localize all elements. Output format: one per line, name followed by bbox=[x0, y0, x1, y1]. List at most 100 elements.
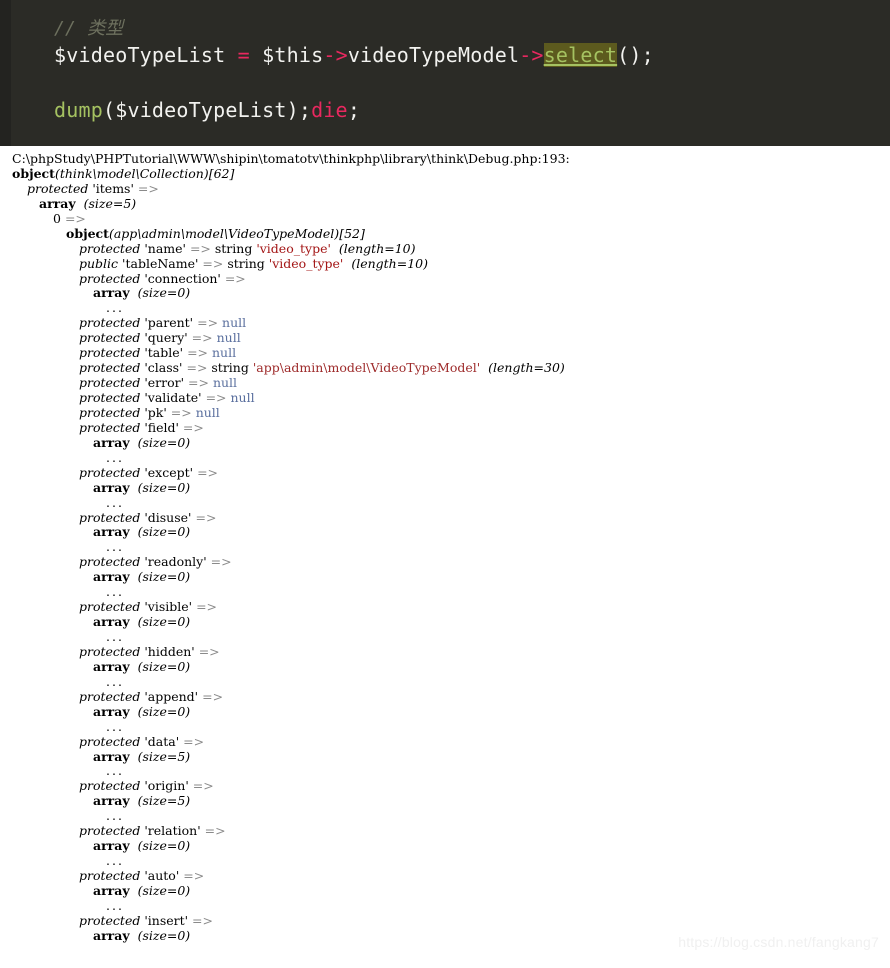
dump-token-size: (size=0) bbox=[129, 434, 191, 450]
dump-token-array: array bbox=[93, 882, 130, 898]
code-token-op: = bbox=[237, 42, 250, 67]
code-token-plain: (); bbox=[617, 42, 654, 67]
dump-token-dots: ... bbox=[106, 494, 124, 510]
dump-token-arrow: => bbox=[205, 390, 227, 405]
dump-line: array (size=0) bbox=[0, 704, 890, 720]
dump-token-mod: protected bbox=[27, 180, 89, 196]
dump-line: array (size=0) bbox=[0, 569, 890, 585]
dump-token-str: 'video_type' bbox=[256, 240, 331, 256]
dump-line: ... bbox=[0, 763, 890, 779]
code-token-sel[interactable]: select bbox=[543, 42, 618, 67]
dump-token-id: [62] bbox=[208, 165, 235, 181]
dump-token-array: array bbox=[93, 285, 130, 301]
dump-token-type: string bbox=[223, 255, 269, 271]
dump-line: array (size=0) bbox=[0, 285, 890, 301]
dump-token-mod: protected bbox=[79, 240, 141, 256]
code-line-blank bbox=[54, 69, 654, 97]
dump-token-key: 'auto' bbox=[140, 868, 184, 883]
dump-token-key: 'pk' bbox=[140, 404, 171, 420]
dump-token-size: (size=0) bbox=[129, 524, 191, 540]
dump-token-mod: public bbox=[79, 255, 119, 271]
dump-token-mod: protected bbox=[79, 688, 141, 704]
dump-token-len: (length=10) bbox=[343, 255, 428, 271]
dump-token-len: (length=30) bbox=[480, 360, 565, 376]
dump-line: protected 'readonly' => bbox=[0, 554, 890, 570]
dump-token-dots: ... bbox=[106, 584, 124, 600]
dump-line: ... bbox=[0, 450, 890, 466]
dump-token-dots: ... bbox=[106, 629, 124, 644]
dump-line: ... bbox=[0, 898, 890, 914]
dump-token-arrow: => bbox=[189, 240, 211, 256]
dump-token-key: 'visible' bbox=[140, 599, 197, 615]
code-editor-block: // 类型 $videoTypeList = $this->videoTypeMo… bbox=[0, 0, 890, 146]
code-token-plain: ; bbox=[347, 97, 361, 122]
dump-token-mod: protected bbox=[79, 345, 141, 361]
dump-token-null: null bbox=[191, 404, 220, 420]
dump-token-mod: protected bbox=[79, 375, 141, 391]
dump-token-mod: protected bbox=[79, 823, 141, 839]
dump-line: array (size=0) bbox=[0, 614, 890, 630]
dump-token-key: 'hidden' bbox=[140, 643, 199, 659]
dump-token-key: 'connection' bbox=[140, 270, 225, 286]
dump-token-size: (size=5) bbox=[129, 748, 191, 764]
dump-token-mod: protected bbox=[79, 733, 141, 749]
dump-token-id: [52] bbox=[339, 225, 365, 241]
dump-line: ... bbox=[0, 494, 890, 511]
code-token-kw: die bbox=[311, 97, 348, 122]
dump-token-null: null bbox=[212, 330, 241, 346]
dump-token-arrow: => bbox=[191, 330, 213, 346]
dump-token-mod: protected bbox=[79, 554, 141, 570]
dump-token-mod: protected bbox=[79, 464, 141, 480]
dump-token-array: array bbox=[93, 524, 130, 540]
code-token-arrow: -> bbox=[519, 42, 544, 67]
dump-line: protected 'items' => bbox=[0, 180, 890, 197]
dump-token-array: array bbox=[93, 569, 130, 585]
dump-token-key: 'name' bbox=[140, 240, 190, 256]
dump-token-null: null bbox=[208, 375, 238, 391]
dump-token-str: 'video_type' bbox=[268, 255, 344, 271]
dump-token-class: (app\admin\model\VideoTypeModel) bbox=[108, 225, 340, 241]
dump-token-key: 'except' bbox=[140, 464, 198, 480]
dump-token-arrow: => bbox=[224, 270, 246, 286]
dump-token-arrow: => bbox=[192, 912, 213, 928]
code-token-comment: // 类型 bbox=[54, 18, 124, 39]
dump-line: protected 'origin' => bbox=[0, 778, 890, 794]
dump-token-dots: ... bbox=[106, 808, 124, 824]
dump-line: ... bbox=[0, 853, 890, 869]
dump-token-arrow: => bbox=[210, 554, 232, 570]
dump-token-mod: protected bbox=[79, 360, 141, 376]
code-lines-container: // 类型 $videoTypeList = $this->videoTypeMo… bbox=[54, 14, 654, 124]
dump-token-dots: ... bbox=[106, 300, 124, 316]
dump-token-mod: protected bbox=[79, 270, 141, 286]
dump-line: protected 'class' => string 'app\admin\m… bbox=[0, 360, 890, 376]
dump-line: protected 'table' => null bbox=[0, 345, 890, 361]
dump-token-arrow: => bbox=[188, 375, 209, 391]
dump-token-key: 'data' bbox=[140, 733, 184, 749]
dump-token-dots: ... bbox=[106, 763, 124, 779]
dump-token-array: array bbox=[93, 838, 130, 854]
dump-token-key: 'tableName' bbox=[118, 255, 203, 271]
dump-token-arrow: => bbox=[137, 180, 159, 196]
dump-token-mod: protected bbox=[79, 868, 141, 883]
dump-token-key: 'append' bbox=[140, 688, 203, 704]
dump-line: ... bbox=[0, 808, 890, 824]
dump-token-dots: ... bbox=[106, 853, 124, 869]
dump-token-mod: protected bbox=[79, 778, 141, 794]
dump-token-key: 'relation' bbox=[140, 823, 205, 839]
dump-line: public 'tableName' => string 'video_type… bbox=[0, 255, 890, 272]
dump-token-size: (size=0) bbox=[129, 285, 191, 301]
dump-line: protected 'except' => bbox=[0, 464, 890, 481]
dump-line: ... bbox=[0, 539, 890, 555]
dump-token-arrow: => bbox=[192, 778, 214, 794]
dump-line: ... bbox=[0, 300, 890, 316]
dump-token-arrow: => bbox=[204, 823, 226, 839]
dump-line: ... bbox=[0, 629, 890, 645]
dump-token-key: 'error' bbox=[140, 375, 189, 391]
dump-line: protected 'query' => null bbox=[0, 330, 890, 346]
dump-token-arrow: => bbox=[202, 255, 224, 271]
dump-token-size: (size=0) bbox=[129, 569, 191, 585]
dump-token-key: 'table' bbox=[140, 345, 188, 361]
dump-token-key: 'class' bbox=[140, 360, 187, 376]
code-token-plain: videoTypeModel bbox=[347, 42, 520, 67]
